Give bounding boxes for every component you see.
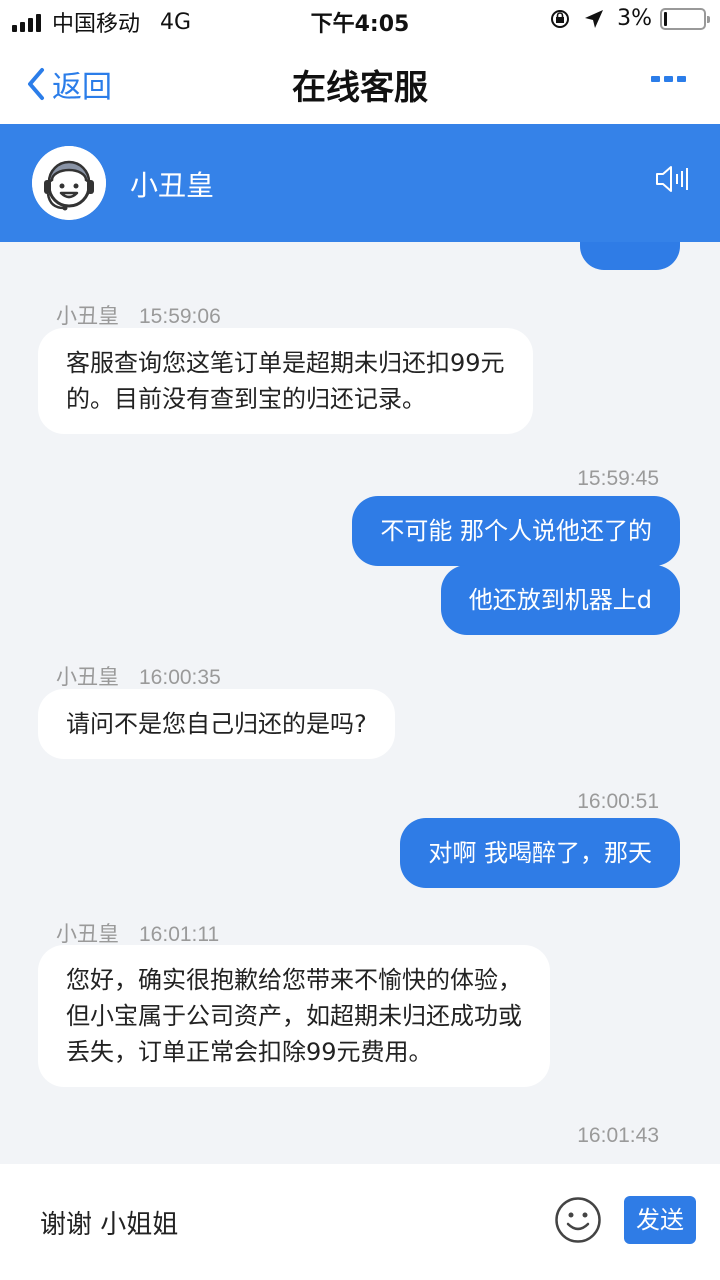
battery-icon — [660, 7, 710, 30]
input-bar: 谢谢 小姐姐 发送 — [0, 1164, 720, 1280]
status-bar: 中国移动 4G 下午4:05 3% — [0, 0, 720, 40]
agent-avatar — [32, 146, 106, 220]
message-input[interactable]: 谢谢 小姐姐 — [40, 1204, 178, 1241]
nav-bar: 返回 在线客服 — [0, 40, 720, 124]
message-bubble-user: 他还放到机器上d — [440, 565, 680, 635]
send-button[interactable]: 发送 — [624, 1196, 696, 1244]
speaker-icon[interactable] — [654, 164, 690, 194]
more-icon[interactable] — [647, 76, 686, 82]
message-bubble-agent: 请问不是您自己归还的是吗? — [38, 689, 395, 759]
message-meta: 小丑皇 16:00:35 — [56, 666, 221, 689]
message-bubble-partial — [580, 242, 680, 270]
message-bubble-user: 对啊 我喝醉了，那天 — [400, 818, 680, 888]
emoji-icon[interactable] — [554, 1196, 602, 1244]
agent-header: 小丑皇 — [0, 124, 720, 242]
message-meta: 小丑皇 16:01:11 — [56, 923, 220, 946]
message-time: 16:01:43 — [577, 1124, 659, 1147]
chat-list[interactable]: 小丑皇 15:59:06 客服查询您这笔订单是超期未归还扣99元 的。目前没有查到… — [0, 242, 720, 1164]
message-bubble-agent: 客服查询您这笔订单是超期未归还扣99元 的。目前没有查到宝的归还记录。 — [38, 328, 533, 434]
agent-name: 小丑皇 — [130, 169, 215, 202]
lock-rotation-icon — [551, 9, 570, 28]
message-time: 16:00:51 — [577, 790, 659, 813]
page-title: 在线客服 — [292, 68, 428, 108]
message-meta: 小丑皇 15:59:06 — [56, 305, 221, 328]
message-bubble-user: 不可能 那个人说他还了的 — [352, 496, 680, 566]
battery-percent: 3% — [617, 6, 652, 31]
location-arrow-icon — [585, 9, 604, 28]
message-time: 15:59:45 — [577, 467, 659, 490]
message-bubble-agent: 您好，确实很抱歉给您带来不愉快的体验， 但小宝属于公司资产，如超期未归还成功或 … — [38, 945, 550, 1087]
